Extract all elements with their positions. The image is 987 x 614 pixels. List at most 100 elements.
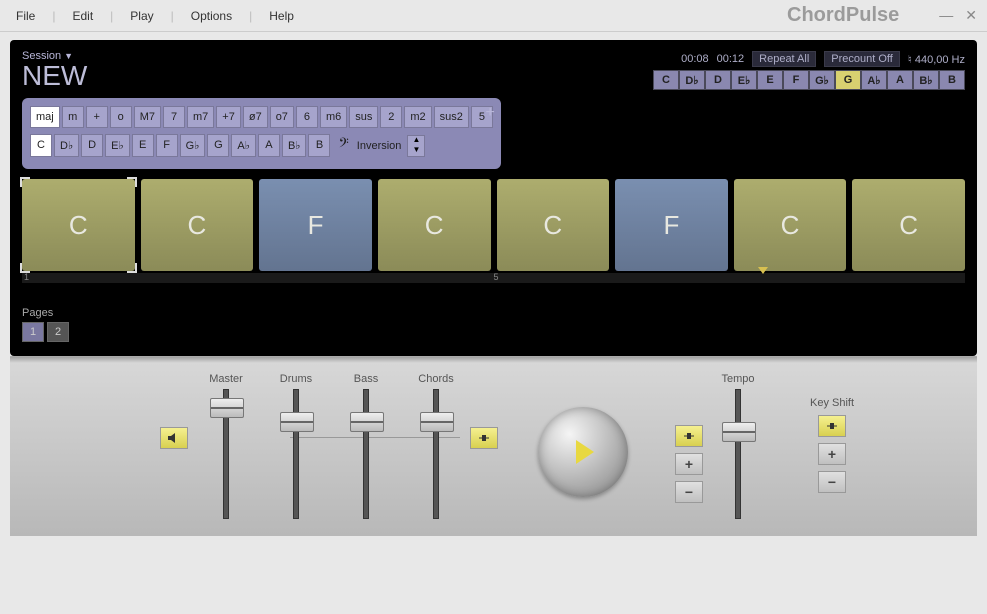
- tempo-up-button[interactable]: +: [675, 453, 703, 475]
- arrangement-area: Session▼ NEW 00:08 00:12 Repeat All Prec…: [10, 40, 977, 356]
- timeline-ruler[interactable]: 1 5: [22, 273, 965, 283]
- key-D[interactable]: D: [705, 70, 731, 90]
- quality-sus[interactable]: sus: [349, 106, 378, 128]
- chord-root-row: CD♭DE♭EFG♭GA♭AB♭B 𝄢 Inversion ▲ ▼: [30, 134, 493, 157]
- bass-clef-icon[interactable]: 𝄢: [338, 137, 348, 155]
- quality-m7[interactable]: m7: [187, 106, 214, 128]
- key-E[interactable]: E: [757, 70, 783, 90]
- root-D♭[interactable]: D♭: [54, 134, 79, 157]
- menu-options[interactable]: Options: [185, 7, 238, 25]
- root-E[interactable]: E: [132, 134, 154, 157]
- quality-sus2[interactable]: sus2: [434, 106, 469, 128]
- keyshift-down-button[interactable]: −: [818, 471, 846, 493]
- menu-help[interactable]: Help: [263, 7, 300, 25]
- tuning[interactable]: ♮ 440,00 Hz: [908, 53, 965, 66]
- playhead-icon[interactable]: [758, 267, 768, 274]
- chord-block-7[interactable]: C: [852, 179, 965, 271]
- page-1[interactable]: 1: [22, 322, 44, 342]
- chord-editor: + majm+oM77m7+7ø7o76m6sus2m2sus25 CD♭DE♭…: [22, 98, 501, 169]
- menu-play[interactable]: Play: [124, 7, 159, 25]
- key-B[interactable]: B: [939, 70, 965, 90]
- quality-m2[interactable]: m2: [404, 106, 431, 128]
- root-E♭[interactable]: E♭: [105, 134, 130, 157]
- master-fader[interactable]: Master: [205, 373, 247, 519]
- quality-2[interactable]: 2: [380, 106, 402, 128]
- reset-icon: [682, 430, 696, 442]
- root-A[interactable]: A: [258, 134, 280, 157]
- key-B♭[interactable]: B♭: [913, 70, 939, 90]
- control-panel: Master Drums Bass Chords: [10, 356, 977, 536]
- menu-edit[interactable]: Edit: [66, 7, 99, 25]
- speaker-icon: [167, 432, 181, 444]
- spinner-up-icon[interactable]: ▲: [408, 136, 424, 146]
- quality-m6[interactable]: m6: [320, 106, 347, 128]
- app-title: ChordPulse: [787, 4, 899, 27]
- drums-label: Drums: [280, 373, 312, 385]
- key-F[interactable]: F: [783, 70, 809, 90]
- chord-block-1[interactable]: C: [141, 179, 254, 271]
- play-button[interactable]: [538, 407, 628, 497]
- root-B♭[interactable]: B♭: [282, 134, 307, 157]
- add-chord-icon[interactable]: +: [486, 104, 495, 122]
- main-menu: File| Edit| Play| Options| Help: [10, 7, 300, 25]
- quality-ø7[interactable]: ø7: [243, 106, 268, 128]
- close-icon[interactable]: ✕: [965, 7, 977, 24]
- quality-+7[interactable]: +7: [216, 106, 241, 128]
- time-total: 00:12: [717, 53, 745, 65]
- mixer-reset-button[interactable]: [470, 427, 498, 449]
- tempo-down-button[interactable]: −: [675, 481, 703, 503]
- chord-quality-row: majm+oM77m7+7ø7o76m6sus2m2sus25: [30, 106, 493, 128]
- pages-label: Pages: [22, 307, 965, 319]
- quality-+[interactable]: +: [86, 106, 108, 128]
- menu-file[interactable]: File: [10, 7, 41, 25]
- page-2[interactable]: 2: [47, 322, 69, 342]
- chords-fader[interactable]: Chords: [415, 373, 457, 519]
- tempo-reset-button[interactable]: [675, 425, 703, 447]
- quality-maj[interactable]: maj: [30, 106, 60, 128]
- chord-block-3[interactable]: C: [378, 179, 491, 271]
- inversion-spinner[interactable]: ▲ ▼: [407, 135, 425, 157]
- pages-row: 12: [22, 322, 965, 342]
- precount-mode[interactable]: Precount Off: [824, 51, 900, 67]
- keyshift-reset-button[interactable]: [818, 415, 846, 437]
- tempo-fader[interactable]: Tempo: [717, 373, 759, 519]
- key-selector: CD♭DE♭EFG♭GA♭AB♭B: [653, 70, 965, 90]
- key-E♭[interactable]: E♭: [731, 70, 757, 90]
- spinner-down-icon[interactable]: ▼: [408, 146, 424, 156]
- bass-label: Bass: [354, 373, 378, 385]
- key-G[interactable]: G: [835, 70, 861, 90]
- root-F[interactable]: F: [156, 134, 178, 157]
- inversion-label: Inversion: [357, 140, 402, 152]
- chord-block-2[interactable]: F: [259, 179, 372, 271]
- chord-track: CCFCCFCC: [22, 179, 965, 271]
- key-G♭[interactable]: G♭: [809, 70, 835, 90]
- drums-fader[interactable]: Drums: [275, 373, 317, 519]
- root-C[interactable]: C: [30, 134, 52, 157]
- quality-6[interactable]: 6: [296, 106, 318, 128]
- minimize-icon[interactable]: —: [939, 7, 953, 24]
- key-A[interactable]: A: [887, 70, 913, 90]
- key-D♭[interactable]: D♭: [679, 70, 705, 90]
- repeat-mode[interactable]: Repeat All: [752, 51, 816, 67]
- root-G[interactable]: G: [207, 134, 229, 157]
- chord-block-0[interactable]: C: [22, 179, 135, 271]
- bass-fader[interactable]: Bass: [345, 373, 387, 519]
- root-B[interactable]: B: [308, 134, 330, 157]
- chord-block-6[interactable]: C: [734, 179, 847, 271]
- chord-block-5[interactable]: F: [615, 179, 728, 271]
- quality-m[interactable]: m: [62, 106, 84, 128]
- chord-block-4[interactable]: C: [497, 179, 610, 271]
- mute-button[interactable]: [160, 427, 188, 449]
- keyshift-up-button[interactable]: +: [818, 443, 846, 465]
- root-A♭[interactable]: A♭: [231, 134, 256, 157]
- quality-o[interactable]: o: [110, 106, 132, 128]
- quality-7[interactable]: 7: [163, 106, 185, 128]
- root-D[interactable]: D: [81, 134, 103, 157]
- key-A♭[interactable]: A♭: [861, 70, 887, 90]
- quality-M7[interactable]: M7: [134, 106, 161, 128]
- quality-o7[interactable]: o7: [270, 106, 294, 128]
- key-C[interactable]: C: [653, 70, 679, 90]
- status-row: 00:08 00:12 Repeat All Precount Off ♮ 44…: [653, 51, 965, 67]
- reset-icon: [825, 420, 839, 432]
- root-G♭[interactable]: G♭: [180, 134, 206, 157]
